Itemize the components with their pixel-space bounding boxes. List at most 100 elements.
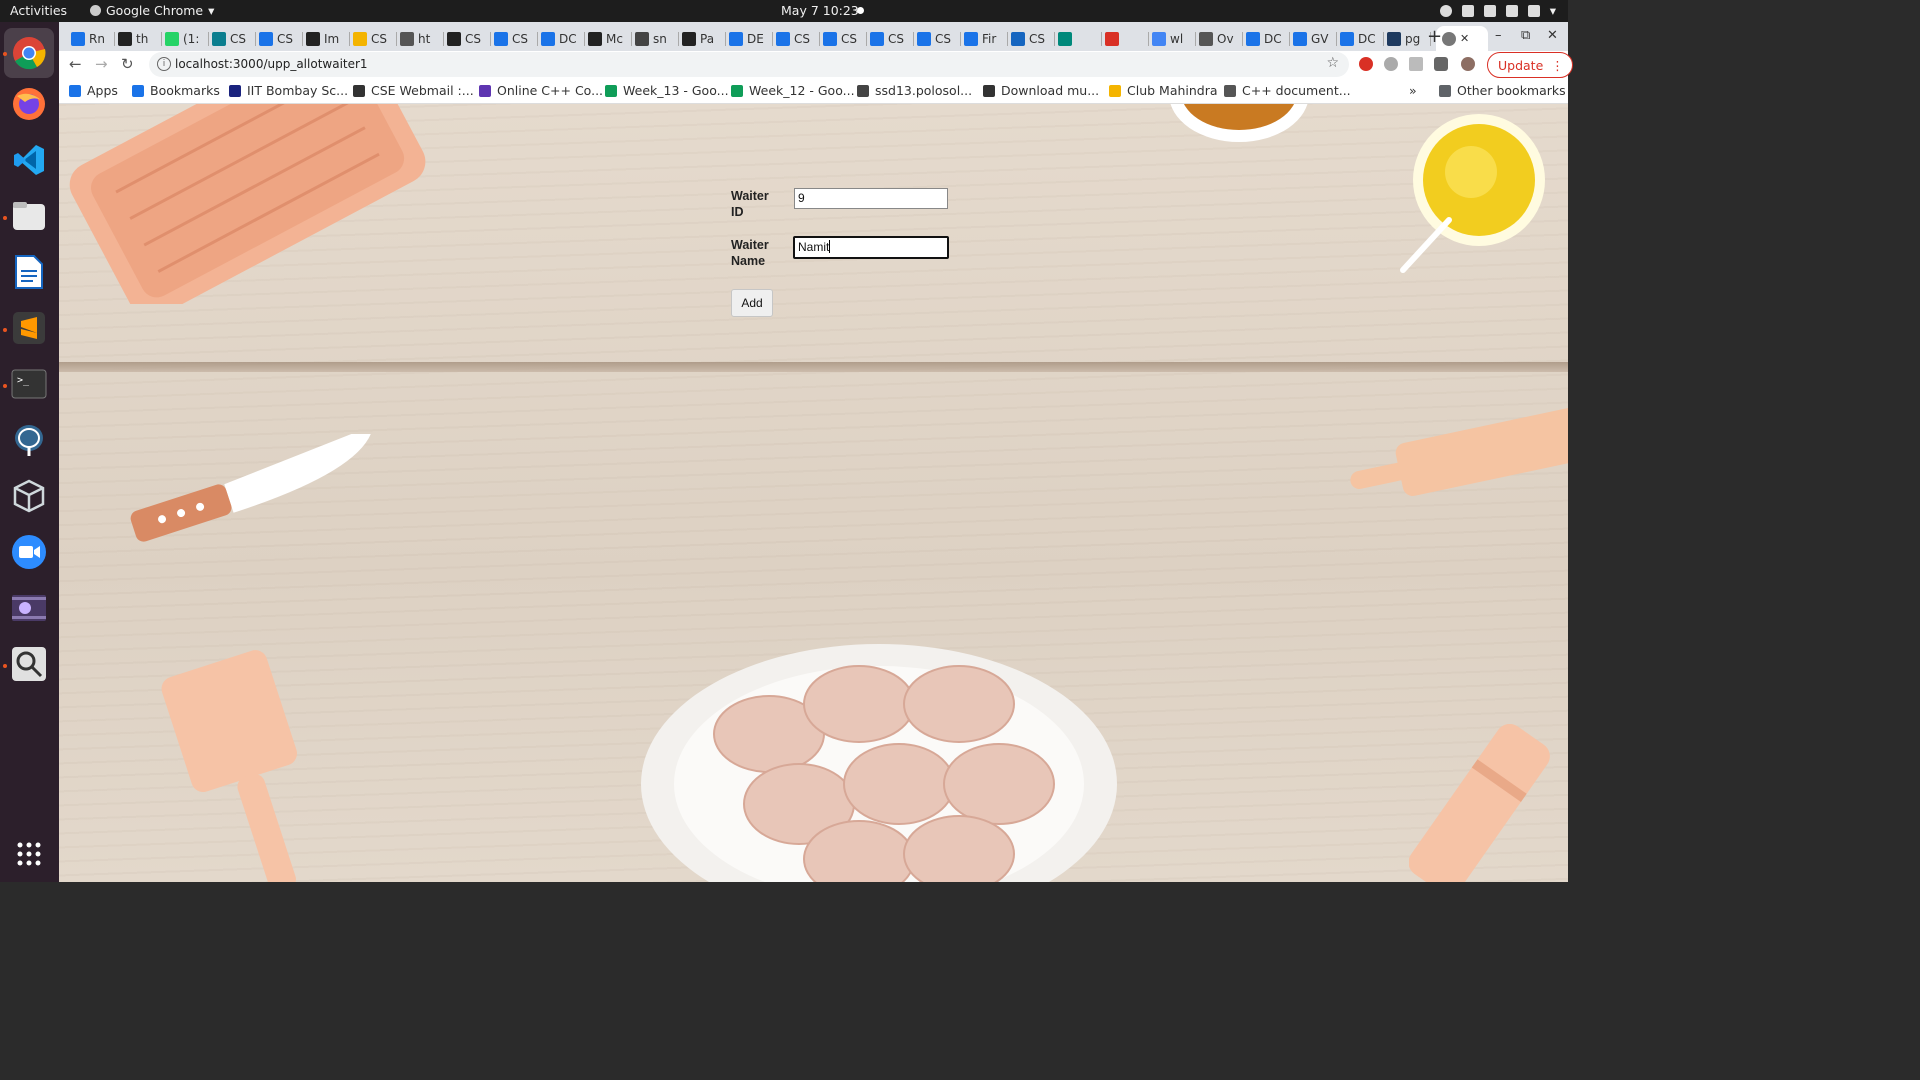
app-menu[interactable]: Google Chrome ▾ (90, 3, 214, 18)
whatsapp-icon (165, 31, 179, 46)
browser-tab[interactable]: DE (729, 26, 770, 51)
browser-tab[interactable]: CS (212, 26, 253, 51)
chrome-tray-icon[interactable] (1439, 4, 1452, 17)
reload-button[interactable]: ↻ (121, 55, 134, 73)
browser-tab[interactable]: sn (635, 26, 676, 51)
tab-separator (725, 32, 726, 46)
notification-dot (857, 7, 864, 14)
browser-tab[interactable]: ht (400, 26, 441, 51)
browser-tab[interactable]: CS (494, 26, 535, 51)
browser-tab[interactable]: CS (823, 26, 864, 51)
bookmark-label: Apps (87, 83, 118, 98)
system-tray[interactable]: ▾ (1439, 3, 1556, 18)
bookmark-item[interactable]: Week_13 - Goo... (605, 83, 729, 98)
dock-writer[interactable] (9, 252, 49, 292)
dock-magnifier[interactable] (9, 644, 49, 684)
spatula-illustration (161, 650, 298, 882)
dock-virtualbox[interactable] (9, 476, 49, 516)
dock-chrome[interactable] (4, 28, 54, 78)
site-info-icon[interactable]: i (157, 57, 171, 71)
tab-separator (960, 32, 961, 46)
browser-tab[interactable]: pg (1387, 26, 1428, 51)
activities-button[interactable]: Activities (10, 3, 67, 18)
github-icon (682, 31, 696, 46)
dock-screen-recorder[interactable] (9, 588, 49, 628)
close-window-button[interactable]: ✕ (1547, 28, 1558, 43)
bookmark-label: Bookmarks (150, 83, 220, 98)
tab-separator (1007, 32, 1008, 46)
drive-icon (731, 84, 743, 97)
battery-icon (1527, 4, 1540, 17)
browser-tab[interactable] (1105, 26, 1146, 51)
clock[interactable]: May 7 10:23 (781, 3, 859, 18)
tab-separator (114, 32, 115, 46)
bookmark-item[interactable]: Week_12 - Goo... (731, 83, 855, 98)
browser-tab[interactable]: CS (447, 26, 488, 51)
browser-tab[interactable]: Fir (964, 26, 1005, 51)
browser-tab[interactable]: th (118, 26, 159, 51)
dock-pgadmin[interactable] (9, 420, 49, 460)
close-tab-icon[interactable]: ✕ (1460, 32, 1469, 45)
browser-tab[interactable]: CS (870, 26, 911, 51)
profile-avatar[interactable] (1461, 57, 1475, 71)
adblock-plus-icon[interactable] (1359, 57, 1373, 71)
tab-title: CS (277, 31, 293, 46)
bookmark-item[interactable]: CSE Webmail :... (353, 83, 474, 98)
address-bar[interactable]: i localhost:3000/upp_allotwaiter1 ☆ (149, 52, 1349, 77)
browser-tab[interactable]: CS (917, 26, 958, 51)
tab-title: CS (230, 31, 246, 46)
browser-tab[interactable]: Ov (1199, 26, 1240, 51)
browser-tab[interactable]: DC (541, 26, 582, 51)
bookmark-item[interactable]: Online C++ Co... (479, 83, 603, 98)
restore-button[interactable]: ⧉ (1521, 28, 1530, 43)
browser-tab[interactable]: CS (1011, 26, 1052, 51)
bookmark-item[interactable]: Club Mahindra (1109, 83, 1218, 98)
browser-tab[interactable]: CS (353, 26, 394, 51)
browser-tab[interactable]: DC (1246, 26, 1287, 51)
dock-terminal[interactable]: >_ (9, 364, 49, 404)
bookmark-item[interactable]: C++ document... (1224, 83, 1351, 98)
browser-tab[interactable]: Mc (588, 26, 629, 51)
update-button[interactable]: Update ⋮ (1487, 52, 1573, 78)
mail-extension-icon[interactable] (1409, 57, 1423, 71)
extensions-puzzle-icon[interactable] (1434, 57, 1448, 71)
docs-icon (541, 31, 555, 46)
cutting-board-illustration (69, 104, 426, 304)
tab-title: CS (794, 31, 810, 46)
browser-tab[interactable]: wl (1152, 26, 1193, 51)
dock-sublime-text[interactable] (9, 308, 49, 348)
other-bookmarks[interactable]: Other bookmarks (1439, 83, 1566, 98)
dock-firefox[interactable] (9, 84, 49, 124)
waiter-id-input[interactable]: 9 (794, 188, 948, 209)
back-button[interactable]: ← (69, 55, 82, 73)
translate-extension-icon[interactable] (1384, 57, 1398, 71)
add-button[interactable]: Add (731, 289, 773, 317)
bookmark-item[interactable]: IIT Bombay Sc... (229, 83, 348, 98)
bookmark-star-icon[interactable]: ☆ (1326, 55, 1339, 71)
magnifier-icon (12, 647, 46, 681)
browser-tab[interactable]: GV (1293, 26, 1334, 51)
browser-tab[interactable] (1058, 26, 1099, 51)
browser-tab[interactable]: CS (776, 26, 817, 51)
bookmark-item[interactable]: Apps (69, 83, 118, 98)
dock-zoom[interactable] (9, 532, 49, 572)
dock-files[interactable] (9, 196, 49, 236)
show-applications-button[interactable] (9, 834, 49, 874)
browser-tab[interactable]: DC (1340, 26, 1381, 51)
bookmark-item[interactable]: ssd13.polosol... (857, 83, 972, 98)
bookmark-item[interactable]: Download mu... (983, 83, 1099, 98)
forward-button[interactable]: → (95, 55, 108, 73)
browser-tab[interactable]: Rn (71, 26, 112, 51)
browser-tab[interactable]: CS (259, 26, 300, 51)
bookmarks-overflow-button[interactable]: » (1409, 83, 1417, 98)
bookmark-item[interactable]: Bookmarks (132, 83, 220, 98)
browser-tab[interactable]: Pa (682, 26, 723, 51)
browser-tab-active[interactable]: ✕ (1436, 26, 1488, 51)
dock-vscode[interactable] (9, 140, 49, 180)
minimize-button[interactable]: – (1495, 28, 1502, 43)
browser-tab[interactable]: (1: (165, 26, 206, 51)
waiter-name-input[interactable]: Namit (793, 236, 949, 259)
new-tab-button[interactable]: + (1427, 26, 1442, 47)
browser-tab[interactable]: Im (306, 26, 347, 51)
github-icon (588, 31, 602, 46)
